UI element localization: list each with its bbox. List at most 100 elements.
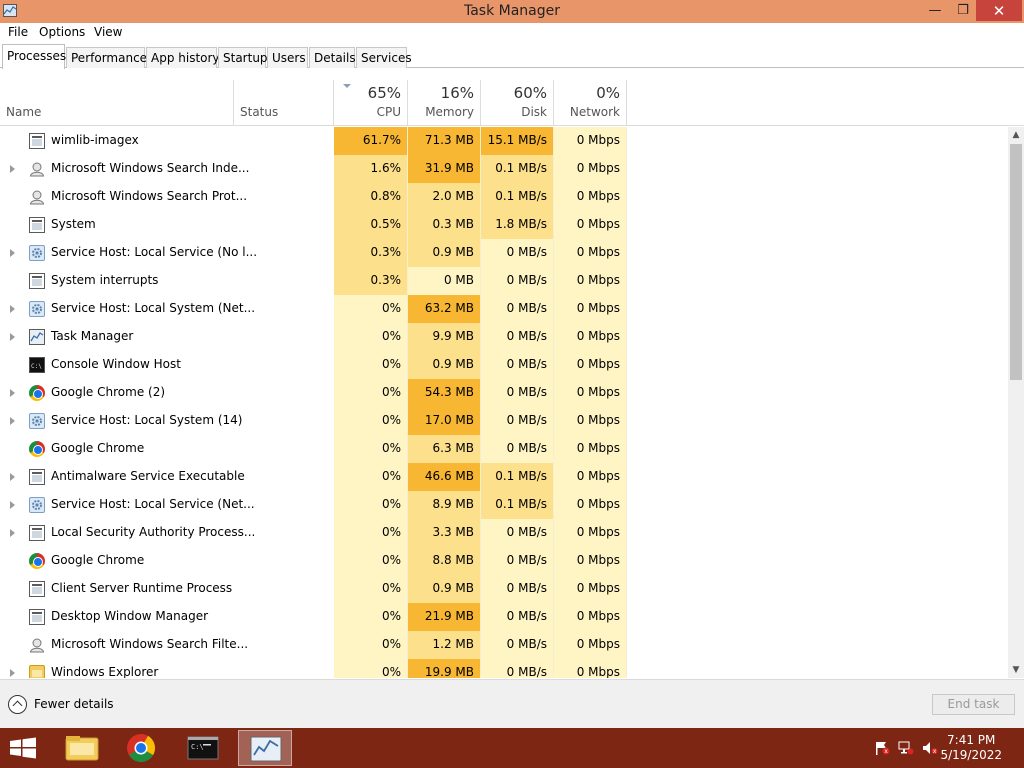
disk-value: 0 MB/s [481, 295, 554, 323]
chrome-icon [29, 385, 45, 401]
title-bar[interactable]: Task Manager — ❐ ✕ [0, 0, 1024, 23]
minimize-button[interactable]: — [920, 0, 950, 21]
action-center-flag-icon[interactable]: x [874, 741, 890, 755]
disk-value: 0.1 MB/s [481, 491, 554, 519]
volume-muted-icon[interactable]: x [922, 741, 938, 755]
tab-processes[interactable]: Processes [2, 44, 66, 69]
process-row[interactable]: Microsoft Windows Search Prot... 0.8% 2.0 … [0, 183, 1008, 211]
column-header-network[interactable]: 0% Network [554, 80, 627, 126]
network-value: 0 Mbps [554, 155, 627, 183]
column-header-memory[interactable]: 16% Memory [408, 80, 481, 126]
memory-value: 0.9 MB [408, 351, 481, 379]
expand-arrow-icon[interactable] [10, 333, 15, 341]
process-row[interactable]: Service Host: Local System (14) 0% 17.0 MB… [0, 407, 1008, 435]
task-manager-icon[interactable] [238, 730, 292, 766]
gear-icon [29, 413, 45, 429]
fewer-details-link[interactable]: Fewer details [34, 697, 114, 711]
process-name: Service Host: Local Service (No l... [51, 245, 258, 259]
process-row[interactable]: Antimalware Service Executable 0% 46.6 MB 0… [0, 463, 1008, 491]
disk-value: 15.1 MB/s [481, 127, 554, 155]
tab-performance[interactable]: Performance [66, 47, 147, 68]
disk-value: 0 MB/s [481, 239, 554, 267]
process-row[interactable]: Service Host: Local System (Net... 0% 63.2… [0, 295, 1008, 323]
tab-app-history[interactable]: App history [146, 47, 220, 68]
process-row[interactable]: Service Host: Local Service (No l... 0.3%… [0, 239, 1008, 267]
process-row[interactable]: System interrupts 0.3% 0 MB 0 MB/s 0 Mbps [0, 267, 1008, 295]
network-total-percent: 0% [596, 84, 620, 102]
memory-value: 1.2 MB [408, 631, 481, 659]
column-header-status[interactable]: Status [234, 80, 334, 126]
column-header-name[interactable]: Name [0, 80, 234, 126]
process-name: Antimalware Service Executable [51, 469, 245, 483]
column-header-disk[interactable]: 60% Disk [481, 80, 554, 126]
tab-startup[interactable]: Startup [218, 47, 268, 68]
expand-arrow-icon[interactable] [10, 669, 15, 677]
process-row[interactable]: System 0.5% 0.3 MB 1.8 MB/s 0 Mbps [0, 211, 1008, 239]
process-row[interactable]: Client Server Runtime Process 0% 0.9 MB 0 M… [0, 575, 1008, 603]
windows-start-icon[interactable] [8, 737, 38, 759]
process-row[interactable]: Google Chrome 0% 8.8 MB 0 MB/s 0 Mbps [0, 547, 1008, 575]
chrome-icon [29, 441, 45, 457]
file-explorer-icon[interactable] [56, 730, 110, 766]
expand-arrow-icon[interactable] [10, 417, 15, 425]
process-row[interactable]: Microsoft Windows Search Inde... 1.6% 31.9… [0, 155, 1008, 183]
clock-time: 7:41 PM [947, 733, 996, 747]
tab-details[interactable]: Details [309, 47, 356, 68]
system-clock[interactable]: 7:41 PM 5/19/2022 [940, 733, 1002, 763]
cpu-value: 0% [334, 323, 408, 351]
scroll-up-icon[interactable]: ▲ [1008, 127, 1024, 143]
expand-arrow-icon[interactable] [10, 473, 15, 481]
column-header-row: Name Status 65% CPU 16% Memory 60% Disk … [0, 80, 1024, 126]
process-name: Microsoft Windows Search Prot... [51, 189, 248, 203]
scroll-down-icon[interactable]: ▼ [1008, 662, 1024, 678]
network-value: 0 Mbps [554, 323, 627, 351]
network-value: 0 Mbps [554, 659, 627, 678]
tab-users[interactable]: Users [267, 47, 308, 68]
cpu-value: 0% [334, 407, 408, 435]
memory-value: 2.0 MB [408, 183, 481, 211]
process-row[interactable]: Google Chrome (2) 0% 54.3 MB 0 MB/s 0 Mbps [0, 379, 1008, 407]
column-header-cpu[interactable]: 65% CPU [334, 80, 408, 126]
process-row[interactable]: Task Manager 0% 9.9 MB 0 MB/s 0 Mbps [0, 323, 1008, 351]
network-column-label: Network [569, 105, 620, 119]
memory-value: 31.9 MB [408, 155, 481, 183]
network-value: 0 Mbps [554, 211, 627, 239]
cpu-value: 0% [334, 519, 408, 547]
process-row[interactable]: Windows Explorer 0% 19.9 MB 0 MB/s 0 Mbps [0, 659, 1008, 678]
process-row[interactable]: Microsoft Windows Search Filte... 0% 1.2 M… [0, 631, 1008, 659]
process-row[interactable]: Google Chrome 0% 6.3 MB 0 MB/s 0 Mbps [0, 435, 1008, 463]
expand-arrow-icon[interactable] [10, 529, 15, 537]
disk-value: 0 MB/s [481, 519, 554, 547]
expand-arrow-icon[interactable] [10, 165, 15, 173]
memory-value: 17.0 MB [408, 407, 481, 435]
expand-arrow-icon[interactable] [10, 249, 15, 257]
scrollbar-thumb[interactable] [1010, 144, 1022, 380]
process-row[interactable]: Service Host: Local Service (Net... 0% 8.9… [0, 491, 1008, 519]
end-task-button[interactable]: End task [932, 694, 1015, 715]
menu-view[interactable]: View [94, 25, 122, 39]
menu-options[interactable]: Options [39, 25, 85, 39]
chrome-icon[interactable] [114, 730, 168, 766]
app-icon [29, 609, 45, 625]
close-button[interactable]: ✕ [976, 0, 1022, 21]
process-row[interactable]: wimlib-imagex 61.7% 71.3 MB 15.1 MB/s 0 Mbps [0, 127, 1008, 155]
window-title: Task Manager [463, 3, 561, 19]
expand-arrow-icon[interactable] [10, 305, 15, 313]
vertical-scrollbar[interactable]: ▲ ▼ [1008, 127, 1024, 678]
network-icon[interactable] [898, 741, 914, 755]
process-row[interactable]: Local Security Authority Process... 0% 3.3… [0, 519, 1008, 547]
network-value: 0 Mbps [554, 463, 627, 491]
maximize-button[interactable]: ❐ [950, 0, 976, 21]
process-row[interactable]: C:\ Console Window Host 0% 0.9 MB 0 MB/s 0 Mb… [0, 351, 1008, 379]
console-icon[interactable]: C:\ [176, 730, 230, 766]
expand-arrow-icon[interactable] [10, 501, 15, 509]
menu-file[interactable]: File [8, 25, 28, 39]
expand-arrow-icon[interactable] [10, 389, 15, 397]
gear-icon [29, 245, 45, 261]
cpu-value: 0% [334, 491, 408, 519]
footer-bar: Fewer details End task [0, 679, 1024, 728]
chevron-up-circle-icon[interactable] [8, 695, 27, 714]
process-row[interactable]: Desktop Window Manager 0% 21.9 MB 0 MB/s 0 M… [0, 603, 1008, 631]
process-name: Microsoft Windows Search Inde... [51, 161, 250, 175]
tab-services[interactable]: Services [356, 47, 412, 68]
